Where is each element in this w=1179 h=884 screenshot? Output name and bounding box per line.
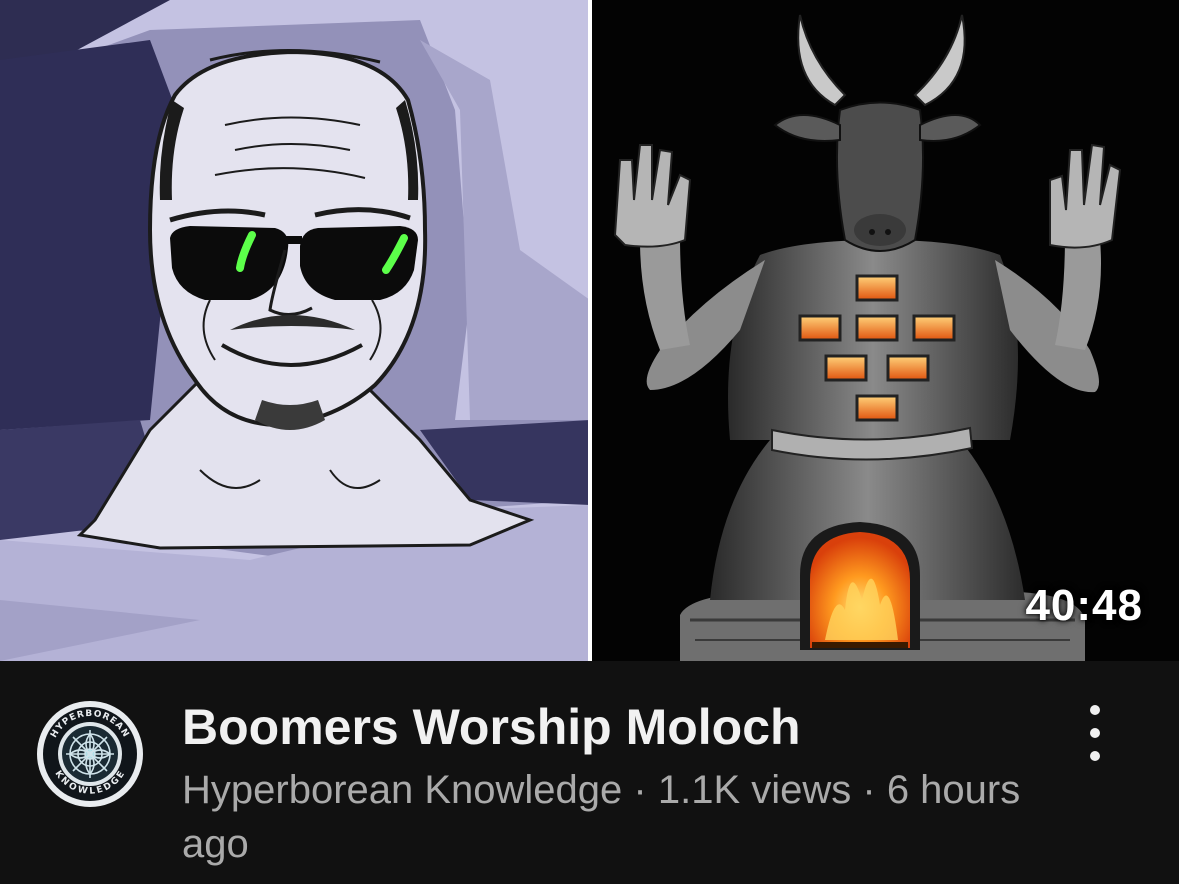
- video-text-block[interactable]: Boomers Worship Moloch Hyperborean Knowl…: [182, 695, 1042, 871]
- video-card[interactable]: 40:48 HYPERBOREAN KNOWLEDGE Boomers Wors…: [0, 0, 1179, 884]
- more-options-button[interactable]: [1072, 705, 1118, 761]
- view-count: 1.1K views: [657, 768, 852, 812]
- channel-name[interactable]: Hyperborean Knowledge: [182, 768, 622, 812]
- video-info-row[interactable]: HYPERBOREAN KNOWLEDGE Boomers Worship Mo…: [0, 661, 1179, 884]
- duration-badge: 40:48: [1025, 581, 1143, 630]
- vertical-ellipsis-icon: [1090, 728, 1100, 738]
- video-title[interactable]: Boomers Worship Moloch: [182, 695, 1042, 759]
- vertical-ellipsis-icon: [1090, 705, 1100, 715]
- meta-separator: ·: [851, 768, 887, 812]
- meta-separator: ·: [622, 768, 658, 812]
- video-metadata: Hyperborean Knowledge · 1.1K views · 6 h…: [182, 763, 1042, 871]
- left-thumbnail-panel: [0, 0, 590, 661]
- right-thumbnail-panel: [592, 0, 1179, 661]
- vertical-ellipsis-icon: [1090, 751, 1100, 761]
- channel-avatar[interactable]: HYPERBOREAN KNOWLEDGE: [36, 700, 144, 808]
- video-thumbnail[interactable]: 40:48: [0, 0, 1179, 661]
